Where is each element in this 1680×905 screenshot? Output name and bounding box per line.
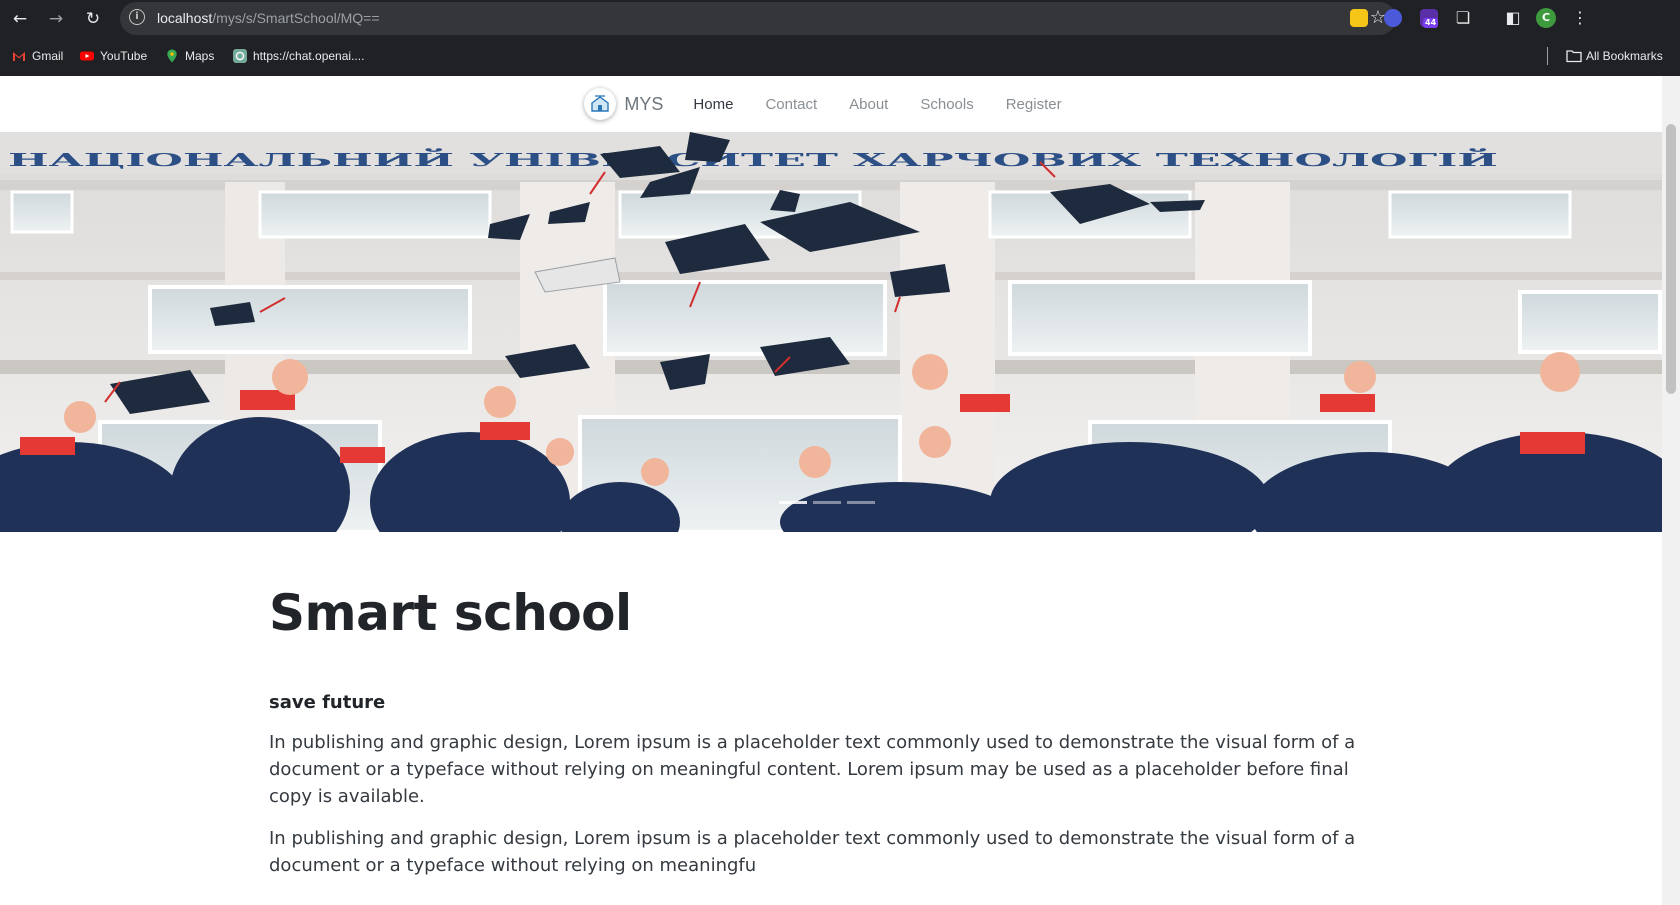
url-host: localhost	[157, 10, 213, 26]
carousel-indicator-1[interactable]	[779, 501, 807, 504]
back-button[interactable]: ←	[8, 7, 32, 31]
site-info-icon[interactable]: i	[129, 9, 145, 25]
carousel-indicator-2[interactable]	[813, 501, 841, 504]
browser-chrome: ← → ↻ i localhost/mys/s/SmartSchool/MQ==…	[0, 0, 1680, 76]
web-page: MYS Home Contact About Schools Register	[0, 76, 1680, 905]
bookmarks-bar: Gmail YouTube Maps https://chat.openai..…	[0, 42, 1680, 70]
youtube-icon	[80, 49, 94, 63]
extension-bolt-icon[interactable]	[1384, 9, 1402, 27]
hero-carousel: НАЦІОНАЛЬНИЙ УНІВЕРСИТЕТ ХАРЧОВИХ ТЕХНОЛ…	[0, 132, 1662, 532]
all-bookmarks-button[interactable]: All Bookmarks	[1566, 46, 1663, 66]
carousel-indicator-3[interactable]	[847, 501, 875, 504]
hero-image: НАЦІОНАЛЬНИЙ УНІВЕРСИТЕТ ХАРЧОВИХ ТЕХНОЛ…	[0, 132, 1662, 532]
all-bookmarks-label: All Bookmarks	[1586, 49, 1663, 63]
folder-icon	[1566, 49, 1582, 63]
maps-icon	[165, 49, 179, 63]
url-path: /mys/s/SmartSchool/MQ==	[212, 10, 380, 26]
nav-schools[interactable]: Schools	[904, 96, 989, 113]
side-panel-icon[interactable]: ◧	[1502, 7, 1524, 29]
bookmark-maps[interactable]: Maps	[165, 46, 214, 66]
profile-avatar[interactable]: C	[1536, 8, 1556, 28]
forward-button[interactable]: →	[44, 7, 68, 31]
bookmark-label: Gmail	[32, 49, 64, 63]
extension-badge: 44	[1423, 18, 1439, 28]
address-bar[interactable]: i localhost/mys/s/SmartSchool/MQ== ☆	[120, 2, 1396, 35]
nav-home[interactable]: Home	[677, 96, 749, 113]
nav-register[interactable]: Register	[990, 96, 1078, 113]
extensions-puzzle-icon[interactable]: ❏	[1452, 7, 1474, 29]
paragraph-2: In publishing and graphic design, Lorem …	[269, 828, 1356, 876]
nav-contact[interactable]: Contact	[749, 96, 833, 113]
paragraph-1: In publishing and graphic design, Lorem …	[269, 732, 1356, 807]
chatgpt-icon	[233, 49, 247, 63]
bookmark-chatgpt[interactable]: https://chat.openai....	[233, 46, 364, 66]
bookmarks-divider	[1547, 47, 1548, 65]
site-logo[interactable]	[584, 88, 617, 120]
school-logo-icon	[591, 95, 610, 112]
bookmark-gmail[interactable]: Gmail	[12, 46, 63, 66]
brand-name[interactable]: MYS	[624, 94, 663, 115]
page-scrollbar[interactable]	[1662, 76, 1680, 905]
browser-toolbar: ← → ↻ i localhost/mys/s/SmartSchool/MQ==…	[0, 0, 1680, 38]
browser-menu-icon[interactable]: ⋮	[1569, 7, 1591, 29]
page-subtitle: save future	[269, 692, 386, 713]
nav-about[interactable]: About	[833, 96, 904, 113]
navbar-inner: MYS Home Contact About Schools Register	[584, 88, 1077, 120]
bookmark-youtube[interactable]: YouTube	[80, 46, 147, 66]
gmail-icon	[12, 49, 26, 63]
site-navbar: MYS Home Contact About Schools Register	[0, 76, 1662, 132]
bookmark-label: YouTube	[100, 49, 148, 63]
scrollbar-thumb[interactable]	[1666, 124, 1676, 394]
building-sign-text: НАЦІОНАЛЬНИЙ УНІВЕРСИТЕТ ХАРЧОВИХ ТЕХНОЛ…	[8, 147, 1498, 171]
extension-keep-icon[interactable]	[1350, 9, 1368, 27]
bookmark-label: https://chat.openai....	[253, 49, 365, 63]
url-text[interactable]: localhost/mys/s/SmartSchool/MQ==	[157, 10, 380, 26]
reload-button[interactable]: ↻	[81, 7, 105, 31]
page-title: Smart school	[269, 584, 632, 642]
bookmark-label: Maps	[185, 49, 215, 63]
